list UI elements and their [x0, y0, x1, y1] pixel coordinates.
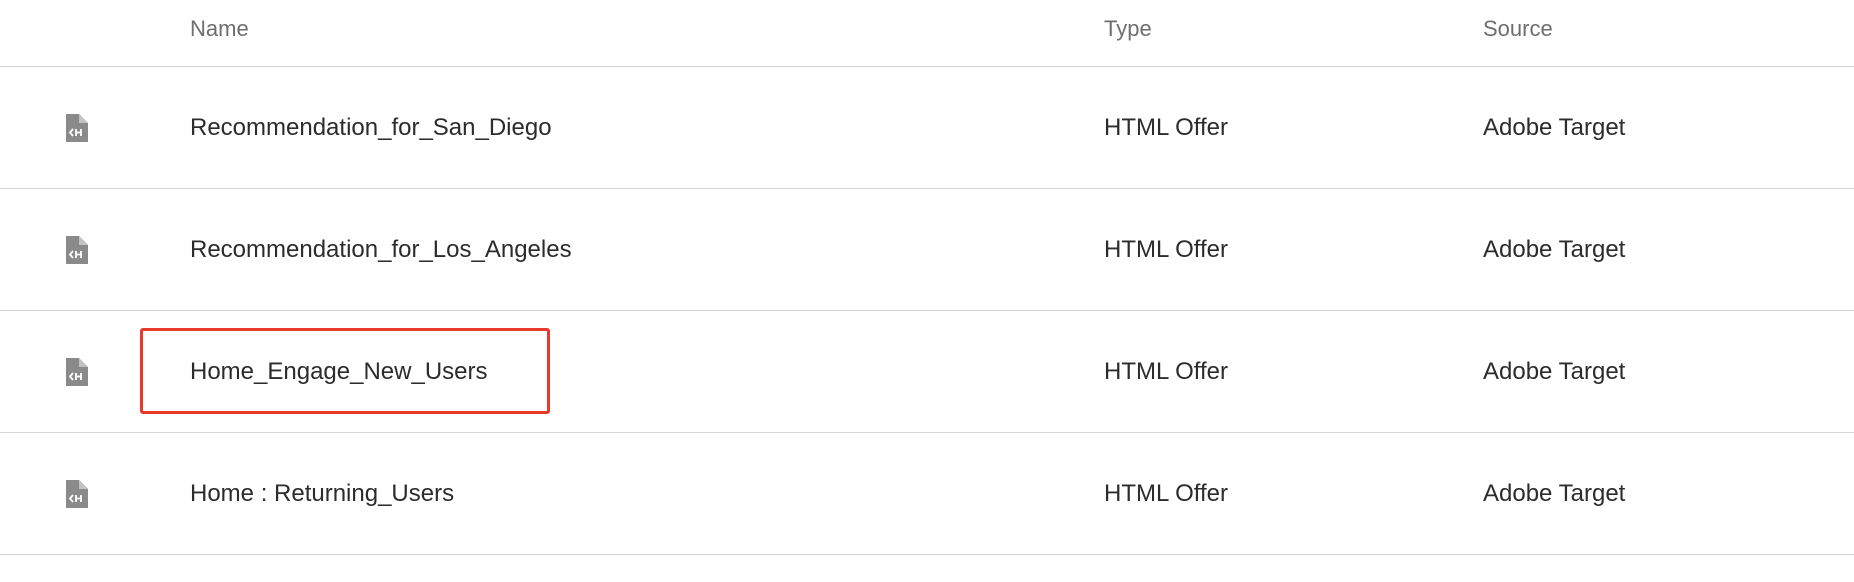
offer-source: Adobe Target: [1483, 113, 1626, 141]
html-offer-file-icon: [64, 479, 90, 509]
offer-type: HTML Offer: [1104, 113, 1229, 141]
offers-table: Name Type Source Recommendation_for_San_…: [0, 0, 1854, 555]
offer-name[interactable]: Recommendation_for_San_Diego: [190, 114, 552, 142]
offer-name[interactable]: Home : Returning_Users: [190, 480, 454, 508]
offer-name[interactable]: Home_Engage_New_Users: [190, 358, 488, 386]
offer-name[interactable]: Recommendation_for_Los_Angeles: [190, 236, 572, 264]
html-offer-file-icon: [64, 357, 90, 387]
html-offer-file-icon: [64, 235, 90, 265]
table-header: Name Type Source: [0, 0, 1854, 67]
column-header-name[interactable]: Name: [190, 16, 249, 42]
html-offer-file-icon: [64, 113, 90, 143]
offer-source: Adobe Target: [1483, 235, 1626, 263]
table-row[interactable]: Home : Returning_Users HTML Offer Adobe …: [0, 433, 1854, 555]
offer-source: Adobe Target: [1483, 357, 1626, 385]
table-row[interactable]: Recommendation_for_Los_Angeles HTML Offe…: [0, 189, 1854, 311]
offer-source: Adobe Target: [1483, 479, 1626, 507]
column-header-type[interactable]: Type: [1104, 16, 1152, 42]
offer-type: HTML Offer: [1104, 357, 1229, 385]
table-row[interactable]: Recommendation_for_San_Diego HTML Offer …: [0, 67, 1854, 189]
table-row[interactable]: Home_Engage_New_Users HTML Offer Adobe T…: [0, 311, 1854, 433]
column-header-source[interactable]: Source: [1483, 16, 1553, 42]
offer-type: HTML Offer: [1104, 235, 1229, 263]
offer-type: HTML Offer: [1104, 479, 1229, 507]
